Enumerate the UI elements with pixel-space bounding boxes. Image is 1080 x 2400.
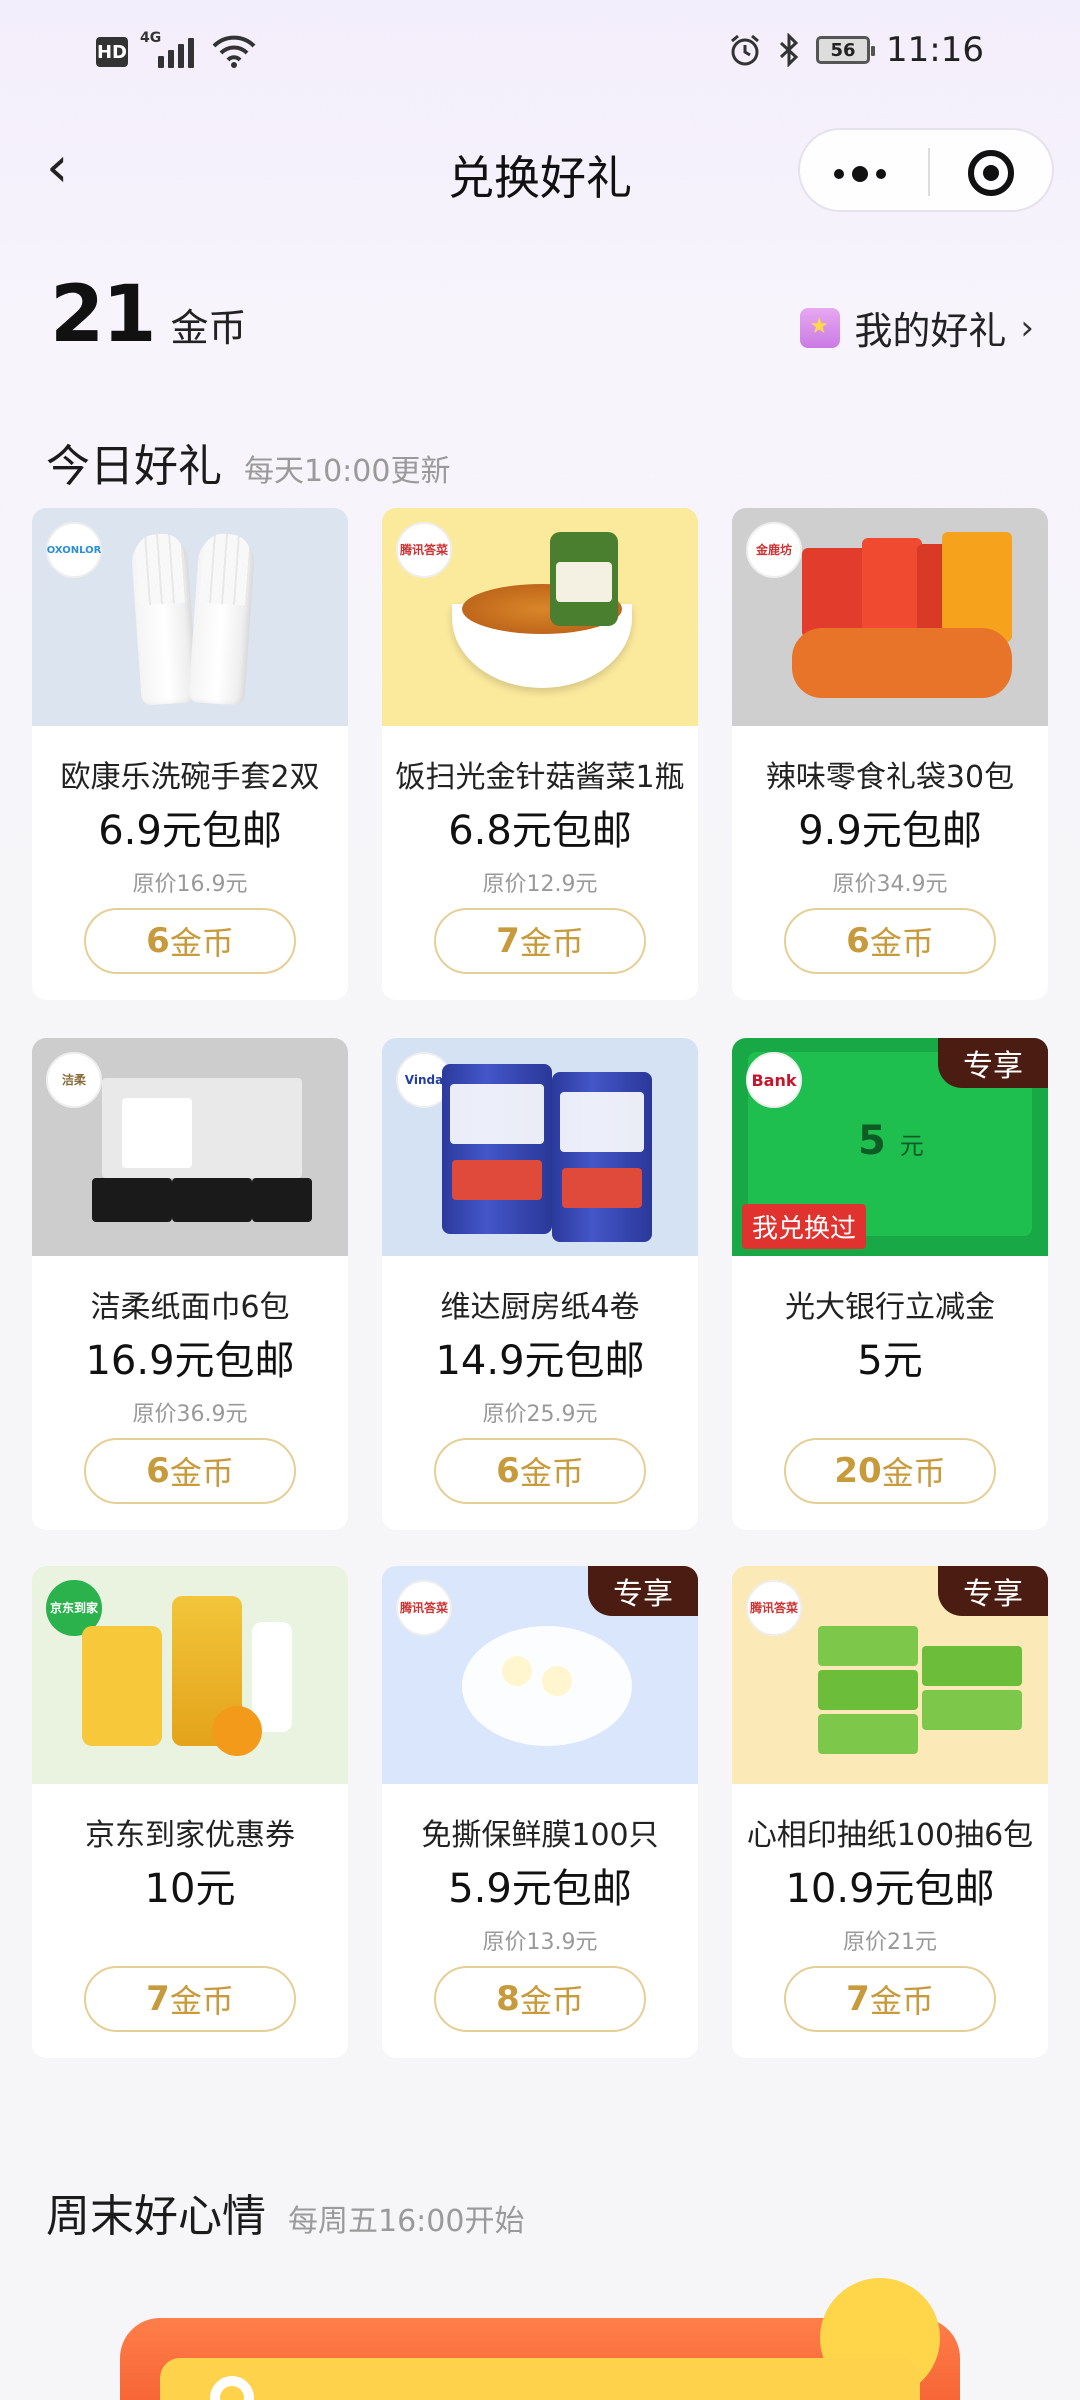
- product-name: 光大银行立减金: [785, 1290, 995, 1325]
- product-price: 5.9元包邮: [448, 1866, 632, 1912]
- my-gifts-link[interactable]: 我的好礼 ›: [800, 300, 1034, 355]
- redeem-button[interactable]: 6 金币: [84, 1438, 296, 1504]
- status-time: 11:16: [886, 30, 984, 70]
- original-price: 原价12.9元: [482, 872, 598, 897]
- chevron-right-icon: ›: [1020, 307, 1034, 348]
- weekend-banner[interactable]: [120, 2278, 960, 2400]
- section-title: 周末好心情: [46, 2191, 266, 2242]
- status-bar: HD 4G 56 11:16: [0, 0, 1080, 100]
- coin-balance: 21 金币: [50, 270, 247, 360]
- coin-count: 21: [50, 270, 157, 360]
- brand-logo: 腾讯答菜: [396, 1580, 452, 1636]
- exclusive-badge: 专享: [938, 1566, 1048, 1616]
- gift-card[interactable]: 腾讯答菜 专享 心相印抽纸100抽6包 10.9元包邮 原价21元 7 金币: [732, 1566, 1048, 2058]
- alarm-icon: [731, 34, 759, 66]
- brand-logo: 金鹿坊: [746, 522, 802, 578]
- product-image: 腾讯答菜 专享: [382, 1566, 698, 1784]
- voucher-amount: 5 元: [858, 1118, 924, 1164]
- wifi-icon: [212, 35, 256, 68]
- brand-logo: OXONLOR: [46, 522, 102, 578]
- gift-card[interactable]: OXONLOR 欧康乐洗碗手套2双 6.9元包邮 原价16.9元 6 金币: [32, 508, 348, 1000]
- brand-logo: 腾讯答菜: [746, 1580, 802, 1636]
- product-price: 6.9元包邮: [98, 808, 282, 854]
- coin-unit: 金币: [170, 306, 247, 350]
- bluetooth-icon: [779, 33, 799, 67]
- redeem-button[interactable]: 6 金币: [784, 908, 996, 974]
- weekend-section-header: 周末好心情 每周五16:00开始: [46, 2180, 524, 2244]
- gift-card[interactable]: 腾讯答菜 饭扫光金针菇酱菜1瓶 6.8元包邮 原价12.9元 7 金币: [382, 508, 698, 1000]
- product-image: 腾讯答菜: [382, 508, 698, 726]
- section-subtitle: 每周五16:00开始: [288, 2204, 525, 2239]
- redeem-button[interactable]: 7 金币: [434, 908, 646, 974]
- product-name: 免撕保鲜膜100只: [421, 1818, 659, 1853]
- redeemed-badge: 我兑换过: [742, 1204, 867, 1249]
- brand-logo: 洁柔: [46, 1052, 102, 1108]
- my-gifts-label: 我的好礼: [854, 309, 1007, 353]
- original-price: 原价36.9元: [132, 1402, 248, 1427]
- product-image: 腾讯答菜 专享: [732, 1566, 1048, 1784]
- original-price: 原价25.9元: [482, 1402, 598, 1427]
- product-name: 心相印抽纸100抽6包: [746, 1818, 1034, 1853]
- gift-card[interactable]: 腾讯答菜 专享 免撕保鲜膜100只 5.9元包邮 原价13.9元 8 金币: [382, 1566, 698, 2058]
- section-title: 今日好礼: [46, 441, 222, 492]
- gift-card[interactable]: Vinda 维达厨房纸4卷 14.9元包邮 原价25.9元 6 金币: [382, 1038, 698, 1530]
- original-price: 原价21元: [843, 1930, 937, 1955]
- product-price: 14.9元包邮: [435, 1338, 645, 1384]
- original-price: 原价34.9元: [832, 872, 948, 897]
- exclusive-badge: 专享: [588, 1566, 698, 1616]
- redeem-button[interactable]: 6 金币: [84, 908, 296, 974]
- redeem-button[interactable]: 7 金币: [784, 1966, 996, 2032]
- more-menu-button[interactable]: [834, 166, 886, 182]
- original-price: 原价16.9元: [132, 872, 248, 897]
- gift-card[interactable]: 洁柔 洁柔纸面巾6包 16.9元包邮 原价36.9元 6 金币: [32, 1038, 348, 1530]
- product-price: 6.8元包邮: [448, 808, 632, 854]
- gift-card[interactable]: Bank 5 元 我兑换过 专享 光大银行立减金 5元 20 金币: [732, 1038, 1048, 1530]
- gift-card[interactable]: 京东到家 京东到家优惠券 10元 7 金币: [32, 1566, 348, 2058]
- product-image: 洁柔: [32, 1038, 348, 1256]
- original-price: 原价13.9元: [482, 1930, 598, 1955]
- calendar-star-icon: [800, 307, 841, 348]
- product-image: 金鹿坊: [732, 508, 1048, 726]
- hd-icon: HD: [96, 37, 128, 67]
- close-miniprogram-button[interactable]: [968, 150, 1014, 196]
- redeem-button[interactable]: 6 金币: [434, 1438, 646, 1504]
- product-name: 辣味零食礼袋30包: [765, 760, 1015, 795]
- product-image: Vinda: [382, 1038, 698, 1256]
- brand-logo: Bank: [746, 1052, 802, 1108]
- cell-signal-icon: 4G: [140, 30, 200, 70]
- product-image: Bank 5 元 我兑换过 专享: [732, 1038, 1048, 1256]
- product-name: 饭扫光金针菇酱菜1瓶: [395, 760, 685, 795]
- exclusive-badge: 专享: [938, 1038, 1048, 1088]
- product-price: 5元: [857, 1338, 923, 1384]
- product-image: 京东到家: [32, 1566, 348, 1784]
- brand-logo: 腾讯答菜: [396, 522, 452, 578]
- product-name: 洁柔纸面巾6包: [90, 1290, 290, 1325]
- product-price: 16.9元包邮: [85, 1338, 295, 1384]
- product-name: 维达厨房纸4卷: [440, 1290, 640, 1325]
- battery-icon: 56: [816, 36, 876, 64]
- redeem-button[interactable]: 20 金币: [784, 1438, 996, 1504]
- today-section-header: 今日好礼 每天10:00更新: [46, 430, 450, 494]
- redeem-button[interactable]: 8 金币: [434, 1966, 646, 2032]
- product-price: 10.9元包邮: [785, 1866, 995, 1912]
- nav-bar: ‹ 兑换好礼: [0, 128, 1080, 214]
- redeem-button[interactable]: 7 金币: [84, 1966, 296, 2032]
- miniprogram-capsule: [798, 128, 1054, 212]
- gift-card[interactable]: 金鹿坊 辣味零食礼袋30包 9.9元包邮 原价34.9元 6 金币: [732, 508, 1048, 1000]
- product-price: 10元: [144, 1866, 236, 1912]
- product-image: OXONLOR: [32, 508, 348, 726]
- section-subtitle: 每天10:00更新: [244, 454, 451, 489]
- product-name: 欧康乐洗碗手套2双: [60, 760, 320, 795]
- product-name: 京东到家优惠券: [85, 1818, 295, 1853]
- product-price: 9.9元包邮: [798, 808, 982, 854]
